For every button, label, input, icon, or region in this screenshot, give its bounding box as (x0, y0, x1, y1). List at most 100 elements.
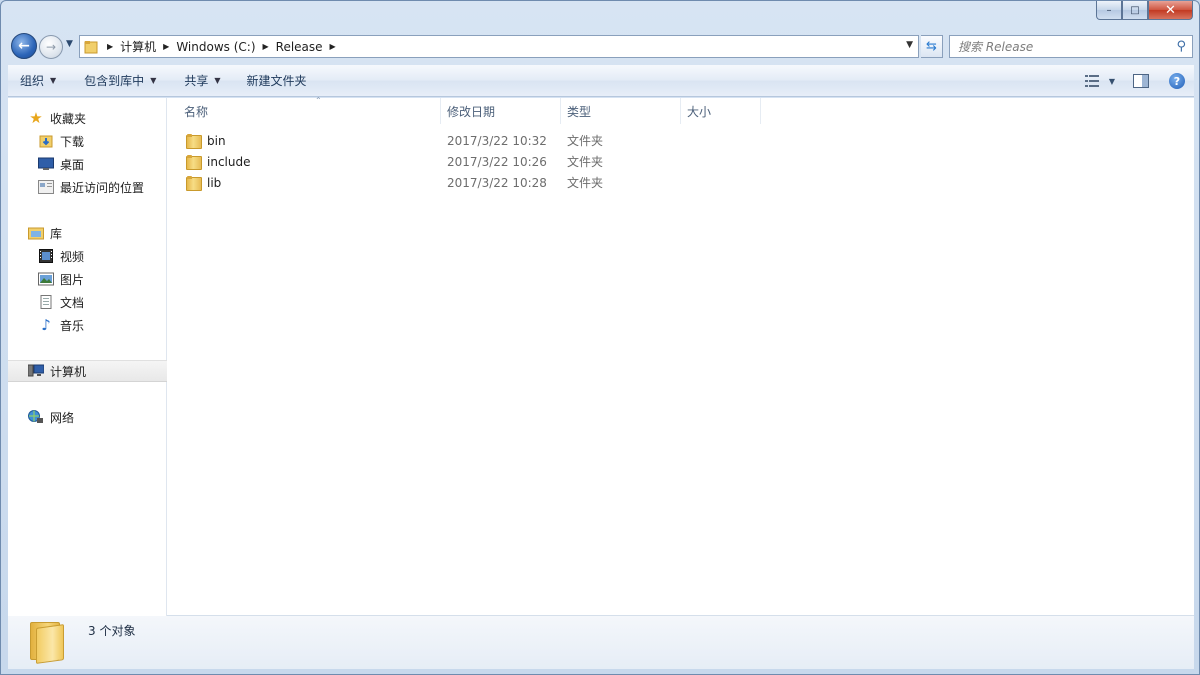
video-icon (38, 248, 54, 264)
music-icon: ♪ (41, 316, 51, 334)
file-row-lib[interactable]: lib 2017/3/22 10:28 文件夹 (178, 172, 778, 193)
details-view-icon (1084, 75, 1099, 87)
recent-pages-button[interactable]: ▼ (66, 39, 73, 49)
network-icon (28, 409, 44, 425)
sidebar-item-documents[interactable]: 文档 (8, 291, 167, 313)
chevron-down-icon: ▼ (150, 76, 157, 85)
pictures-icon (38, 271, 54, 287)
file-row-bin[interactable]: bin 2017/3/22 10:32 文件夹 (178, 130, 778, 151)
status-item-count: 3 个对象 (88, 624, 136, 638)
column-header-size-label: 大小 (687, 104, 712, 119)
breadcrumb-separator-icon[interactable]: ▶ (330, 42, 336, 51)
search-box[interactable]: ⚲ (949, 35, 1193, 58)
sidebar-item-favorites[interactable]: ★ 收藏夹 (8, 107, 167, 129)
refresh-button[interactable]: ⇆ (921, 35, 943, 58)
sidebar-item-computer[interactable]: 计算机 (8, 360, 167, 382)
command-bar-right: ▼ ? (1078, 65, 1194, 97)
file-modified: 2017/3/22 10:26 (447, 154, 547, 169)
view-options-button[interactable]: ▼ (1078, 65, 1122, 97)
column-header-modified[interactable]: 修改日期 (441, 98, 561, 124)
new-folder-label: 新建文件夹 (246, 74, 307, 88)
folder-icon (186, 154, 202, 170)
sidebar-item-label: 最近访问的位置 (60, 180, 145, 195)
file-row-include[interactable]: include 2017/3/22 10:26 文件夹 (178, 151, 778, 172)
preview-pane-icon (1133, 74, 1149, 88)
breadcrumb-drive-c[interactable]: Windows (C:) (176, 40, 255, 54)
back-button[interactable]: ← (11, 33, 37, 59)
folder-icon (186, 133, 202, 149)
breadcrumb-computer[interactable]: 计算机 (120, 38, 156, 55)
maximize-button[interactable]: □ (1122, 1, 1148, 20)
arrow-left-icon: ← (18, 38, 30, 54)
chevron-down-icon: ▼ (1108, 76, 1116, 86)
download-icon (38, 133, 54, 149)
sidebar-item-pictures[interactable]: 图片 (8, 268, 167, 290)
breadcrumb-separator-icon[interactable]: ▶ (263, 42, 269, 51)
breadcrumb-separator-icon[interactable]: ▶ (107, 42, 113, 51)
file-type: 文件夹 (567, 176, 604, 190)
folder-icon (84, 40, 98, 54)
new-folder-button[interactable]: 新建文件夹 (239, 65, 315, 97)
organize-label: 组织 (20, 74, 45, 88)
file-type: 文件夹 (567, 134, 604, 148)
command-bar: 组织 ▼ 包含到库中 ▼ 共享 ▼ 新建文件夹 ▼ ? (8, 65, 1194, 97)
preview-pane-button[interactable] (1122, 65, 1160, 97)
sidebar-item-network[interactable]: 网络 (8, 406, 167, 428)
forward-button[interactable]: → (39, 35, 63, 59)
breadcrumb-separator-icon[interactable]: ▶ (163, 42, 169, 51)
breadcrumb-release[interactable]: Release (276, 40, 323, 54)
column-header-size[interactable]: 大小 (681, 98, 761, 124)
file-modified: 2017/3/22 10:32 (447, 133, 547, 148)
sidebar-item-label: 文档 (60, 295, 85, 310)
address-bar[interactable]: ▶ 计算机 ▶ Windows (C:) ▶ Release ▶ ▼ (79, 35, 919, 58)
sidebar-item-label: 音乐 (60, 318, 85, 333)
sidebar-item-label: 下载 (60, 134, 85, 149)
refresh-icon: ⇆ (926, 39, 937, 54)
share-button[interactable]: 共享 ▼ (176, 65, 228, 97)
arrow-right-icon: → (45, 40, 57, 54)
computer-icon (28, 363, 44, 379)
column-header-name[interactable]: ⌃ 名称 (178, 96, 441, 124)
file-modified: 2017/3/22 10:28 (447, 175, 547, 190)
details-pane: 3 个对象 (8, 616, 1194, 669)
search-input[interactable] (958, 39, 1158, 54)
folder-icon (186, 175, 202, 191)
documents-icon (38, 294, 54, 310)
include-in-library-button[interactable]: 包含到库中 ▼ (76, 65, 164, 97)
chevron-down-icon: ▼ (50, 76, 57, 85)
sidebar-item-recent-places[interactable]: 最近访问的位置 (8, 176, 167, 198)
sidebar-item-downloads[interactable]: 下载 (8, 130, 167, 152)
search-icon[interactable]: ⚲ (1176, 39, 1186, 54)
folder-large-icon (30, 622, 64, 664)
navigation-bar: ← → ▼ ▶ 计算机 ▶ Windows (C:) ▶ Release ▶ ▼… (9, 32, 1193, 60)
help-icon: ? (1169, 73, 1185, 89)
file-name: include (207, 154, 251, 169)
library-icon (28, 225, 44, 241)
sidebar-item-videos[interactable]: 视频 (8, 245, 167, 267)
sidebar-item-label: 收藏夹 (50, 111, 87, 126)
include-in-library-label: 包含到库中 (84, 74, 145, 88)
navigation-pane: ★ 收藏夹 下载 桌面 最近访问的位置 库 视频 图片 文档 ♪ 音乐 计算机 … (8, 98, 167, 616)
organize-button[interactable]: 组织 ▼ (12, 65, 64, 97)
sidebar-item-label: 视频 (60, 249, 85, 264)
chevron-down-icon: ▼ (214, 76, 221, 85)
file-name: bin (207, 133, 226, 148)
sidebar-item-label: 库 (50, 226, 63, 241)
column-header-type-label: 类型 (567, 104, 592, 119)
help-button[interactable]: ? (1160, 65, 1194, 97)
sidebar-item-music[interactable]: ♪ 音乐 (8, 314, 167, 336)
share-label: 共享 (184, 74, 209, 88)
sidebar-item-label: 图片 (60, 272, 85, 287)
column-header-type[interactable]: 类型 (561, 98, 681, 124)
sidebar-item-desktop[interactable]: 桌面 (8, 153, 167, 175)
file-type: 文件夹 (567, 155, 604, 169)
explorer-window: – □ ✕ ← → ▼ ▶ 计算机 ▶ Windows (C:) ▶ Relea… (0, 0, 1200, 675)
close-button[interactable]: ✕ (1148, 1, 1193, 20)
sort-ascending-icon: ⌃ (315, 96, 322, 105)
recent-places-icon (38, 179, 54, 195)
sidebar-item-libraries[interactable]: 库 (8, 222, 167, 244)
minimize-button[interactable]: – (1096, 1, 1122, 20)
address-dropdown-icon[interactable]: ▼ (906, 40, 913, 50)
sidebar-item-label: 桌面 (60, 157, 85, 172)
file-list: ⌃ 名称 修改日期 类型 大小 bin 2017/3/22 10:32 文件夹 … (168, 96, 1194, 616)
